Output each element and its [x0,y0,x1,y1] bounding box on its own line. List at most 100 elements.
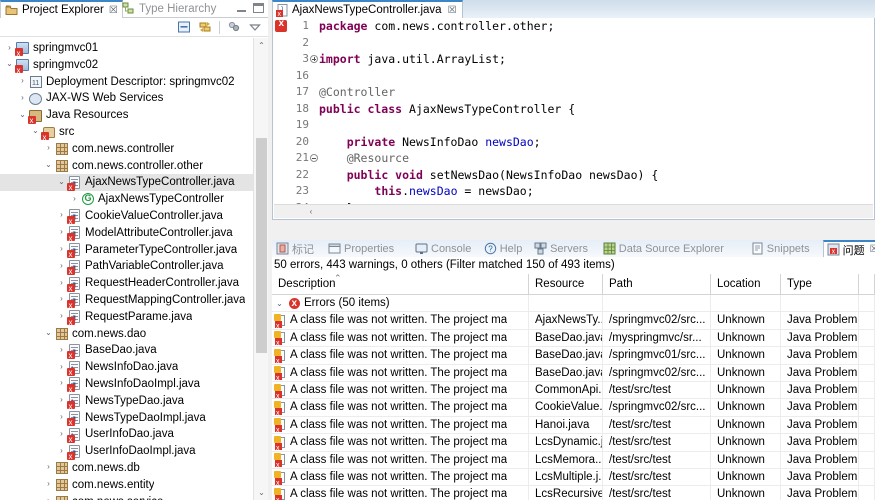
editor-source-code[interactable]: package com.news.controller.other; import… [319,18,874,219]
editor-body[interactable]: 12316171819202122232425 package com.news… [272,18,875,220]
chevron-right-icon[interactable]: › [56,258,67,275]
bottom-tab-5[interactable]: Data Source Explorer [600,240,727,257]
code-line[interactable]: import java.util.ArrayList; [319,51,874,68]
tree-item[interactable]: ›JNewsInfoDaoImpl.java [0,375,253,399]
chevron-right-icon[interactable]: › [56,291,67,308]
tree-item[interactable]: ›JPathVariableController.java [0,258,253,281]
chevron-right-icon[interactable]: › [43,140,54,157]
code-line[interactable] [319,117,874,134]
cell-description[interactable]: A class file was not written. The projec… [272,329,529,348]
code-line[interactable]: @Resource [319,150,874,167]
chevron-right-icon[interactable]: › [56,375,67,392]
tree-item[interactable]: ›JRequestMappingController.java [0,291,253,315]
chevron-down-icon[interactable]: ⌄ [30,123,41,140]
problems-table[interactable]: Description⌃ Resource Path Location Type ⌄ Er… [272,274,875,500]
chevron-right-icon[interactable]: › [56,342,67,359]
tree-item[interactable]: › com.news.controller [0,141,253,158]
table-row[interactable]: A class file was not written. The projec… [272,451,875,469]
chevron-right-icon[interactable]: › [56,443,67,460]
column-header-location[interactable]: Location [711,274,781,295]
chevron-right-icon[interactable]: › [56,275,67,292]
tree-item[interactable]: ›JCookieValueController.java [0,207,253,231]
chevron-right-icon[interactable]: › [56,409,67,426]
cell-description[interactable]: A class file was not written. The projec… [272,451,529,469]
table-row[interactable]: A class file was not written. The projec… [272,486,875,500]
tree-item[interactable]: ›JParameterTypeController.java [0,241,253,264]
bottom-tab-0[interactable]: 标记 [273,240,317,257]
chevron-down-icon[interactable]: ⌄ [56,174,67,191]
table-row[interactable]: A class file was not written. The projec… [272,468,875,487]
close-icon[interactable]: ☒ [448,5,457,16]
tree-item[interactable]: ⌄ com.news.dao [0,326,253,343]
cell-description[interactable]: A class file was not written. The projec… [272,381,529,400]
table-row[interactable]: A class file was not written. The projec… [272,347,875,365]
chevron-down-icon[interactable]: ⌄ [17,107,28,124]
tree-item[interactable]: ›JRequestHeaderController.java [0,275,253,298]
tree-item[interactable]: ›INewsTypeDao.java [0,392,253,415]
bottom-tab-6[interactable]: Snippets [748,240,813,257]
chevron-right-icon[interactable]: › [4,40,15,57]
bottom-tab-7[interactable]: x 问题 ☒ [822,240,875,257]
close-icon[interactable]: ☒ [109,5,118,16]
cell-description[interactable]: A class file was not written. The projec… [272,364,529,382]
tree-item[interactable]: › JAX-WS Web Services [0,90,253,107]
error-marker-icon[interactable] [275,18,287,32]
editor-marker-column[interactable] [273,18,289,219]
cell-description[interactable]: A class file was not written. The projec… [272,416,529,435]
chevron-right-icon[interactable]: › [17,73,28,90]
column-header-type[interactable]: Type [781,274,859,295]
table-row[interactable]: A class file was not written. The projec… [272,312,875,330]
tree-item[interactable]: › Deployment Descriptor: springmvc02 [0,73,253,93]
tab-project-explorer[interactable]: Project Explorer ☒ [0,0,123,18]
editor-horizontal-scrollbar[interactable]: ‹ [274,204,873,218]
chevron-right-icon[interactable]: › [69,191,80,208]
chevron-down-icon[interactable]: ⌄ [274,295,285,312]
collapse-all-icon[interactable] [177,20,191,34]
fold-expand-icon[interactable] [310,55,318,63]
code-line[interactable]: private NewsInfoDao newsDao; [319,134,874,151]
tree-item[interactable]: › springmvc01 [0,40,253,63]
bottom-tab-3[interactable]: ? Help [481,240,526,257]
table-row[interactable]: A class file was not written. The projec… [272,329,875,348]
scroll-up-arrow[interactable]: ⌃ [254,38,269,53]
cell-description[interactable]: A class file was not written. The projec… [272,486,529,500]
chevron-right-icon[interactable]: › [56,392,67,409]
chevron-down-icon[interactable]: ⌄ [4,56,15,73]
chevron-right-icon[interactable]: › [43,493,54,500]
cell-description[interactable]: A class file was not written. The projec… [272,347,529,365]
chevron-down-icon[interactable]: ⌄ [43,157,54,174]
view-menu-icon[interactable] [227,20,241,34]
tree-item[interactable]: › G AjaxNewsTypeController [0,191,253,208]
cell-description[interactable]: A class file was not written. The projec… [272,312,529,330]
scroll-down-arrow[interactable]: ⌄ [254,485,269,500]
code-line[interactable]: public class AjaxNewsTypeController { [319,101,874,118]
table-row[interactable]: A class file was not written. The projec… [272,381,875,400]
tree-item[interactable]: ⌄ Java Resources [0,107,253,130]
bottom-tab-1[interactable]: Properties [325,240,397,257]
fold-collapse-icon[interactable] [310,154,318,162]
tree-item[interactable]: › com.news.db [0,460,253,477]
problems-group-row[interactable]: ⌄ Errors (50 items) [272,295,875,313]
tree-item[interactable]: ⌄ com.news.controller.other [0,158,253,175]
view-dropdown-icon[interactable] [248,20,262,34]
tab-type-hierarchy[interactable]: Type Hierarchy [118,0,220,18]
chevron-right-icon[interactable]: › [56,241,67,258]
code-line[interactable]: @Controller [319,84,874,101]
chevron-right-icon[interactable]: › [56,207,67,224]
bottom-tab-2[interactable]: Console [412,240,474,257]
tree-item[interactable]: ›INewsInfoDao.java [0,359,253,382]
tree-item[interactable]: ›JUserInfoDaoImpl.java [0,443,253,466]
problems-table-header[interactable]: Description ⌃ Resource Path Location Type [272,274,875,295]
tree-item[interactable]: ›JRequestParame.java [0,309,253,331]
tree-item[interactable]: › com.news.service [0,494,253,500]
project-tree[interactable]: › springmvc01 ⌄ springmvc02 › Deployment Desc… [0,38,253,500]
chevron-right-icon[interactable]: › [56,224,67,241]
column-header-path[interactable]: Path [603,274,711,295]
scroll-left-arrow[interactable]: ‹ [304,205,318,219]
tree-vertical-scrollbar[interactable]: ⌃ ⌄ [253,38,268,500]
table-row[interactable]: A class file was not written. The projec… [272,399,875,417]
code-line[interactable] [319,35,874,52]
tree-item[interactable]: ⌄JAjaxNewsTypeController.java [0,174,253,197]
link-with-editor-icon[interactable] [198,20,212,34]
problems-table-body[interactable]: ⌄ Errors (50 items) A class file was not w… [272,295,875,500]
